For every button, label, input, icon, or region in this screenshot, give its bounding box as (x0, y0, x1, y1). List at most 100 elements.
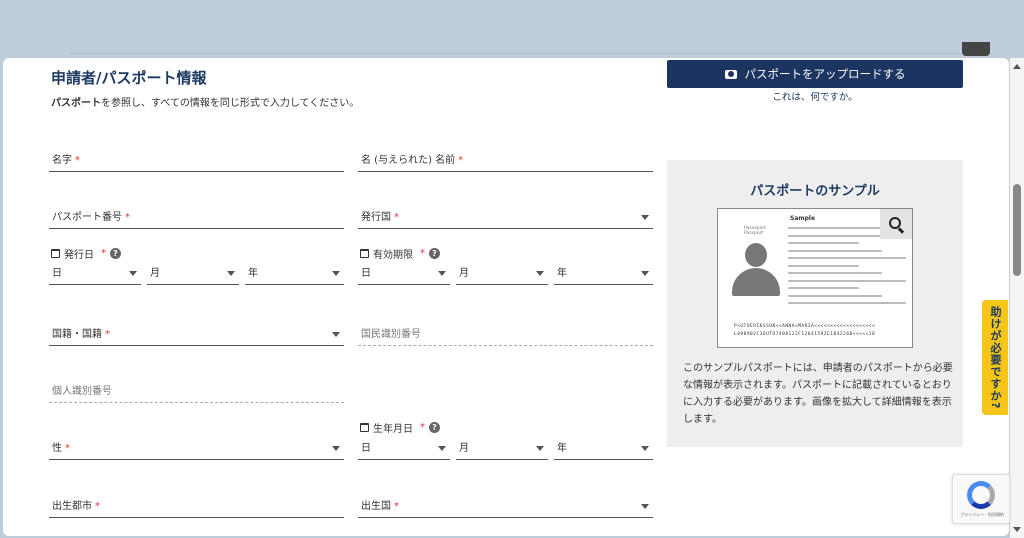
issue-date-text: 発行日 (64, 250, 94, 261)
chevron-down-icon (641, 271, 649, 276)
birth-country-select[interactable]: 出生国 * (358, 494, 653, 518)
scroll-down-arrow-icon[interactable] (1013, 527, 1021, 532)
chevron-down-icon (332, 332, 340, 337)
mrz-line-2: L898902C36UTO7408122F1204159ZE184226B<<<… (734, 332, 876, 337)
chevron-down-icon (332, 446, 340, 451)
calendar-icon (360, 423, 369, 432)
required-mark: * (75, 155, 80, 166)
recaptcha-logo-icon (967, 481, 995, 509)
birth-month-select[interactable]: 月 (456, 438, 548, 460)
issue-month-select[interactable]: 月 (147, 263, 239, 285)
issue-year-select[interactable]: 年 (245, 263, 344, 285)
chevron-down-icon (438, 271, 446, 276)
recaptcha-terms[interactable]: プライバシー - 利用規約 (953, 512, 1011, 518)
birth-day-select[interactable]: 日 (358, 438, 450, 460)
applicant-form-card: 申請者/パスポート情報 パスポートを参照し、すべての情報を同じ形式で入力してくだ… (3, 58, 1009, 536)
sample-passport-description: このサンプルパスポートには、申請者のパスポートから必要な情報が表示されます。パス… (683, 363, 953, 425)
birth-city-label: 出生都市 (52, 501, 92, 512)
mrz-line-1: P<UTOERIKSSON<<ANNA<MARIA<<<<<<<<<<<<<<<… (734, 324, 876, 329)
year-label: 年 (557, 443, 567, 454)
nationality-select[interactable]: 国籍・国籍 * (49, 322, 344, 346)
birth-year-select[interactable]: 年 (554, 438, 653, 460)
required-mark: * (420, 248, 425, 259)
question-circle-icon[interactable]: ? (429, 248, 440, 259)
required-mark: * (394, 501, 399, 512)
year-label: 年 (557, 268, 567, 279)
personal-id-label: 個人識別番号 (52, 386, 112, 397)
expiry-month-select[interactable]: 月 (456, 263, 548, 285)
national-id-field[interactable]: 国民識別番号 (358, 322, 653, 346)
passport-number-label: パスポート番号 (52, 212, 122, 223)
scroll-up-arrow-icon[interactable] (1013, 64, 1021, 69)
sample-passport-image[interactable]: Sample Passeport Passport P<UTOERIKSSON<<… (717, 208, 913, 348)
surname-label: 名字 (52, 155, 72, 166)
issue-day-select[interactable]: 日 (49, 263, 141, 285)
chevron-down-icon (641, 446, 649, 451)
required-mark: * (458, 155, 464, 166)
passport-number-field[interactable]: パスポート番号 * (49, 205, 344, 229)
required-mark: * (95, 501, 100, 512)
required-mark: * (105, 329, 110, 340)
required-mark: * (125, 212, 130, 223)
chevron-down-icon (227, 271, 235, 276)
required-mark: * (420, 422, 425, 433)
sex-label: 性 (52, 443, 62, 454)
recaptcha-badge[interactable]: プライバシー - 利用規約 (952, 474, 1010, 524)
sample-passport-panel: パスポートのサンプル Sample Passeport Passport P<UT… (667, 160, 963, 447)
birth-date-text: 生年月日 (373, 424, 413, 435)
month-label: 月 (459, 268, 469, 279)
birth-date-label: 生年月日 * ? (360, 420, 440, 435)
national-id-label: 国民識別番号 (361, 329, 421, 340)
chevron-down-icon (536, 446, 544, 451)
top-divider (70, 48, 960, 54)
expiry-year-select[interactable]: 年 (554, 263, 653, 285)
question-circle-icon[interactable]: ? (110, 248, 121, 259)
chevron-down-icon (641, 504, 649, 509)
chevron-down-icon (332, 271, 340, 276)
day-label: 日 (361, 443, 371, 454)
year-label: 年 (248, 268, 258, 279)
surname-field[interactable]: 名字 * (49, 148, 344, 172)
scrollbar-thumb[interactable] (1013, 184, 1021, 276)
person-silhouette-icon (728, 237, 784, 309)
birth-city-field[interactable]: 出生都市 * (49, 494, 344, 518)
expiry-date-label: 有効期限 * ? (360, 246, 440, 261)
vertical-scrollbar[interactable] (1010, 58, 1024, 538)
sex-select[interactable]: 性 * (49, 436, 344, 460)
help-tab[interactable]: 助けが必要ですか? (982, 300, 1008, 415)
upload-passport-button[interactable]: パスポートをアップロードする (667, 60, 963, 88)
required-mark: * (394, 212, 399, 223)
chevron-down-icon (641, 215, 649, 220)
issuing-country-label: 発行国 (361, 212, 391, 223)
chevron-down-icon (536, 271, 544, 276)
day-label: 日 (52, 268, 62, 279)
passport-mrz: P<UTOERIKSSON<<ANNA<MARIA<<<<<<<<<<<<<<<… (734, 323, 875, 339)
browser-top-area (0, 0, 1024, 53)
what-is-this-link[interactable]: これは、何ですか。 (667, 89, 963, 103)
section-title: 申請者/パスポート情報 (51, 69, 207, 87)
birth-country-label: 出生国 (361, 501, 391, 512)
month-label: 月 (150, 268, 160, 279)
section-description-bold: パスポート (51, 98, 101, 109)
passport-sample-heading: Sample (790, 215, 816, 222)
nationality-label: 国籍・国籍 (52, 329, 102, 340)
expiry-date-text: 有効期限 (373, 250, 413, 261)
upload-passport-label: パスポートをアップロードする (744, 67, 906, 81)
calendar-icon (360, 249, 369, 258)
help-tab-label: 助けが必要ですか? (989, 305, 1002, 410)
question-circle-icon[interactable]: ? (429, 422, 440, 433)
month-label: 月 (459, 443, 469, 454)
sample-passport-title: パスポートのサンプル (750, 184, 880, 199)
calendar-icon (51, 249, 60, 258)
magnifier-icon (888, 216, 901, 229)
day-label: 日 (361, 268, 371, 279)
given-name-field[interactable]: 名 (与えられた) 名前 * (358, 148, 653, 172)
personal-id-field[interactable]: 個人識別番号 (49, 379, 344, 403)
required-mark: * (65, 443, 70, 454)
section-description-rest: を参照し、すべての情報を同じ形式で入力してください。 (101, 98, 360, 109)
expiry-day-select[interactable]: 日 (358, 263, 450, 285)
chevron-down-icon (129, 271, 137, 276)
given-name-label: 名 (与えられた) 名前 (361, 155, 456, 166)
zoom-button[interactable] (880, 209, 912, 239)
issuing-country-select[interactable]: 発行国 * (358, 205, 653, 229)
